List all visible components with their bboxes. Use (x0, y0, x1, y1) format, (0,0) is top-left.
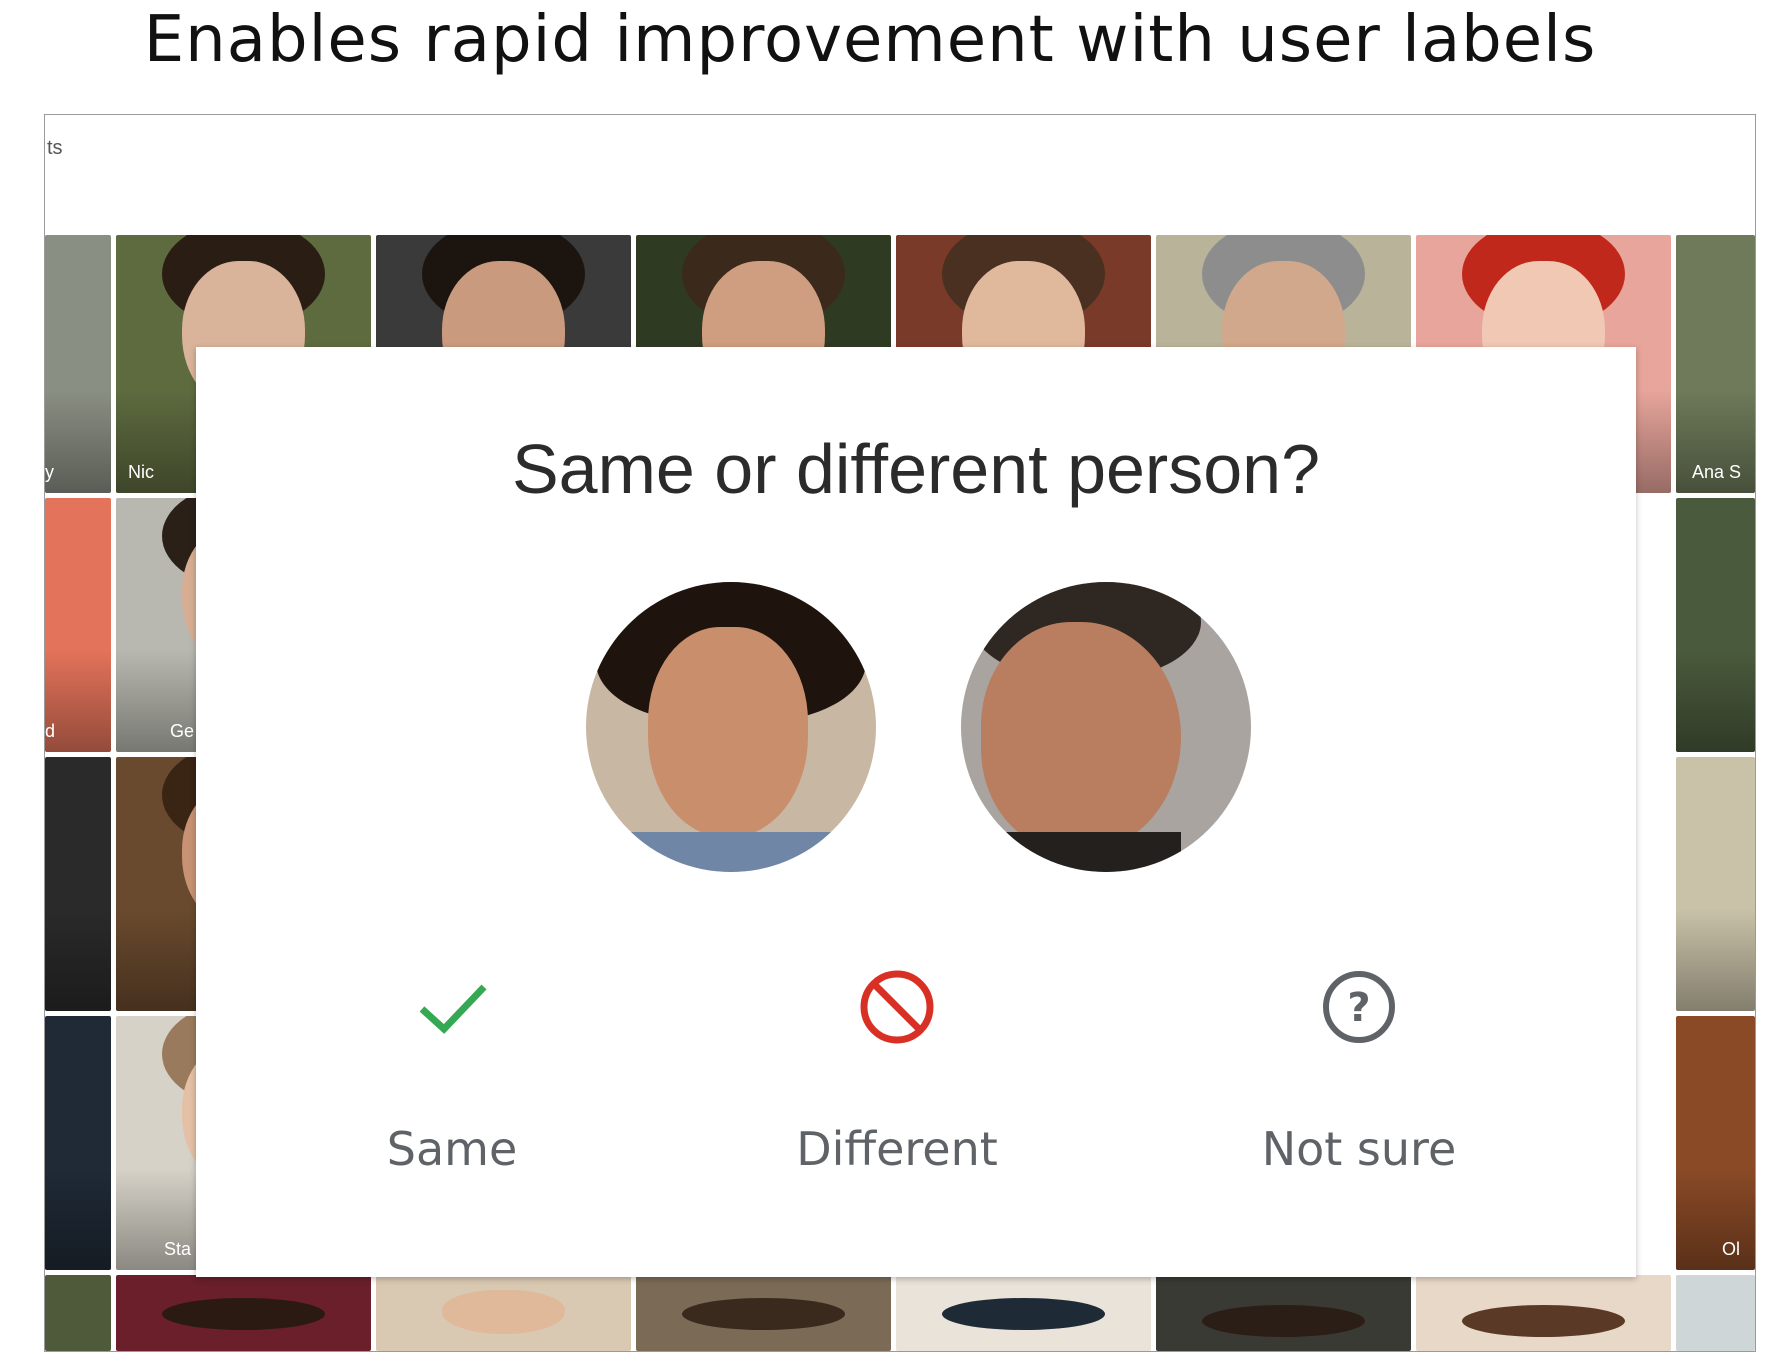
same-or-different-dialog: Same or different person? Same Different… (196, 347, 1636, 1277)
face-tile[interactable]: d (45, 498, 111, 752)
different-label: Different (796, 1122, 998, 1176)
question-circle-icon: ? (1323, 971, 1395, 1043)
not-sure-label: Not sure (1261, 1122, 1457, 1176)
svg-text:?: ? (1347, 985, 1370, 1031)
same-label: Same (386, 1122, 518, 1176)
face-tile[interactable] (45, 757, 111, 1011)
not-sure-button[interactable]: ? Not sure (1209, 967, 1509, 1207)
page-header-partial: ts (47, 137, 63, 159)
face-tile[interactable] (1156, 1275, 1411, 1351)
face-tile[interactable] (1676, 498, 1755, 752)
slide-title: Enables rapid improvement with user labe… (143, 3, 1597, 77)
face-tile[interactable] (116, 1275, 371, 1351)
face-avatar-left (586, 582, 876, 872)
tile-name-label: Ana S (1692, 462, 1742, 482)
dialog-title: Same or different person? (511, 430, 1321, 508)
face-tile[interactable]: Ol (1676, 1016, 1755, 1270)
face-avatar-right (961, 582, 1251, 872)
checkmark-icon (419, 984, 487, 1034)
same-button[interactable]: Same (302, 967, 602, 1207)
face-tile[interactable] (1416, 1275, 1671, 1351)
face-tile[interactable] (896, 1275, 1151, 1351)
face-tile[interactable] (376, 1275, 631, 1351)
tile-name-label: Sta (164, 1239, 192, 1259)
face-tile[interactable] (1676, 757, 1755, 1011)
face-tile[interactable]: y (45, 235, 111, 493)
tile-name-label: Ol (1722, 1239, 1740, 1259)
face-tile[interactable]: Ana S (1676, 235, 1755, 493)
tile-name-label: Ge (170, 721, 195, 741)
tile-name-label: d (45, 721, 56, 741)
tile-name-label: Nic (128, 462, 154, 482)
face-tile[interactable] (636, 1275, 891, 1351)
different-button[interactable]: Different (747, 967, 1047, 1207)
face-tile[interactable] (1676, 1275, 1755, 1351)
prohibited-icon (860, 970, 934, 1044)
face-tile[interactable] (45, 1275, 111, 1351)
tile-name-label: y (45, 462, 54, 482)
face-tile[interactable] (45, 1016, 111, 1270)
